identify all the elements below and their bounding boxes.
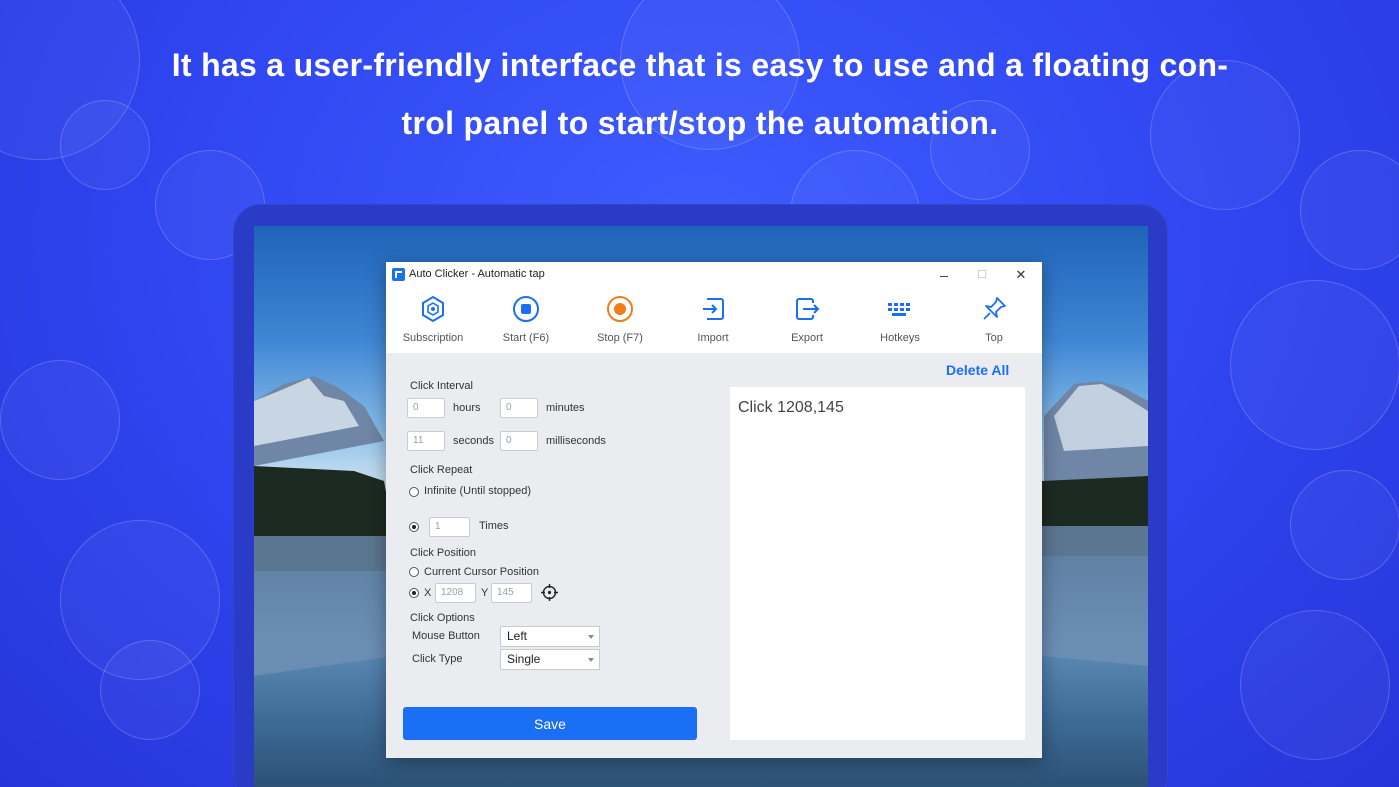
x-label: X <box>424 587 432 599</box>
mouse-button-label: Mouse Button <box>412 630 480 642</box>
hours-input[interactable]: 0 <box>407 398 445 418</box>
delete-all-link[interactable]: Delete All <box>946 362 1009 378</box>
hours-label: hours <box>453 402 481 414</box>
milliseconds-label: milliseconds <box>546 435 606 447</box>
click-position-heading: Click Position <box>410 547 477 559</box>
pin-icon <box>983 297 1006 320</box>
stop-record-icon <box>607 296 633 322</box>
click-type-select[interactable]: Single <box>500 649 600 670</box>
import-button[interactable]: Import <box>673 293 753 349</box>
chevron-down-icon <box>588 635 594 639</box>
current-cursor-radio[interactable] <box>409 567 419 577</box>
times-radio[interactable] <box>409 522 419 532</box>
seconds-input[interactable]: 11 <box>407 431 445 451</box>
maximize-button[interactable]: ☐ <box>972 265 992 285</box>
export-button[interactable]: Export <box>767 293 847 349</box>
export-label: Export <box>791 332 823 344</box>
toolbar: Subscription Start (F6) Stop (F7) Import <box>386 287 1042 353</box>
import-icon <box>703 298 724 320</box>
keyboard-icon <box>888 303 910 316</box>
subscription-label: Subscription <box>402 332 464 344</box>
minutes-label: minutes <box>546 402 585 414</box>
hotkeys-label: Hotkeys <box>880 332 920 344</box>
milliseconds-input[interactable]: 0 <box>500 431 538 451</box>
click-list: Click 1208,145 <box>730 387 1025 740</box>
x-coordinate-input[interactable]: 1208 <box>435 583 476 603</box>
close-button[interactable]: ✕ <box>1011 265 1031 285</box>
y-label: Y <box>481 587 489 599</box>
title-bar: Auto Clicker - Automatic tap – ☐ ✕ <box>386 262 1042 287</box>
crosshair-picker-icon[interactable] <box>541 584 558 601</box>
pin-top-button[interactable]: Top <box>954 293 1034 349</box>
settings-panel: Click Interval 0 hours 0 minutes 11 seco… <box>386 353 1042 758</box>
save-button[interactable]: Save <box>403 707 697 740</box>
click-options-heading: Click Options <box>410 612 475 624</box>
click-interval-heading: Click Interval <box>410 380 473 392</box>
hotkeys-button[interactable]: Hotkeys <box>860 293 940 349</box>
times-label: Times <box>479 520 509 532</box>
subscription-icon <box>422 295 444 323</box>
start-button[interactable]: Start (F6) <box>486 293 566 349</box>
mouse-button-select[interactable]: Left <box>500 626 600 647</box>
start-label: Start (F6) <box>502 332 550 344</box>
infinite-label: Infinite (Until stopped) <box>424 485 531 497</box>
stop-label: Stop (F7) <box>597 332 643 344</box>
chevron-down-icon <box>588 658 594 662</box>
xy-position-radio[interactable] <box>409 588 419 598</box>
start-record-icon <box>513 296 539 322</box>
mouse-button-value: Left <box>507 629 528 643</box>
headline-line-1: It has a user-friendly interface that is… <box>171 47 1229 83</box>
seconds-label: seconds <box>453 435 494 447</box>
click-repeat-heading: Click Repeat <box>410 464 473 476</box>
window-title: Auto Clicker - Automatic tap <box>409 268 545 280</box>
click-type-label: Click Type <box>412 653 463 665</box>
minimize-button[interactable]: – <box>934 265 954 285</box>
minutes-input[interactable]: 0 <box>500 398 538 418</box>
stop-button[interactable]: Stop (F7) <box>580 293 660 349</box>
list-item[interactable]: Click 1208,145 <box>738 399 844 417</box>
app-logo-icon <box>392 268 405 281</box>
headline-line-2: trol panel to start/stop the automation. <box>401 105 999 141</box>
click-type-value: Single <box>507 652 541 666</box>
import-label: Import <box>697 332 729 344</box>
top-label: Top <box>985 332 1003 344</box>
current-cursor-label: Current Cursor Position <box>424 566 539 578</box>
auto-clicker-window: Auto Clicker - Automatic tap – ☐ ✕ Subsc… <box>386 262 1042 758</box>
y-coordinate-input[interactable]: 145 <box>491 583 532 603</box>
infinite-radio[interactable] <box>409 487 419 497</box>
subscription-button[interactable]: Subscription <box>393 293 473 349</box>
export-icon <box>796 298 820 320</box>
headline: It has a user-friendly interface that is… <box>150 36 1250 152</box>
times-input[interactable]: 1 <box>429 517 470 537</box>
